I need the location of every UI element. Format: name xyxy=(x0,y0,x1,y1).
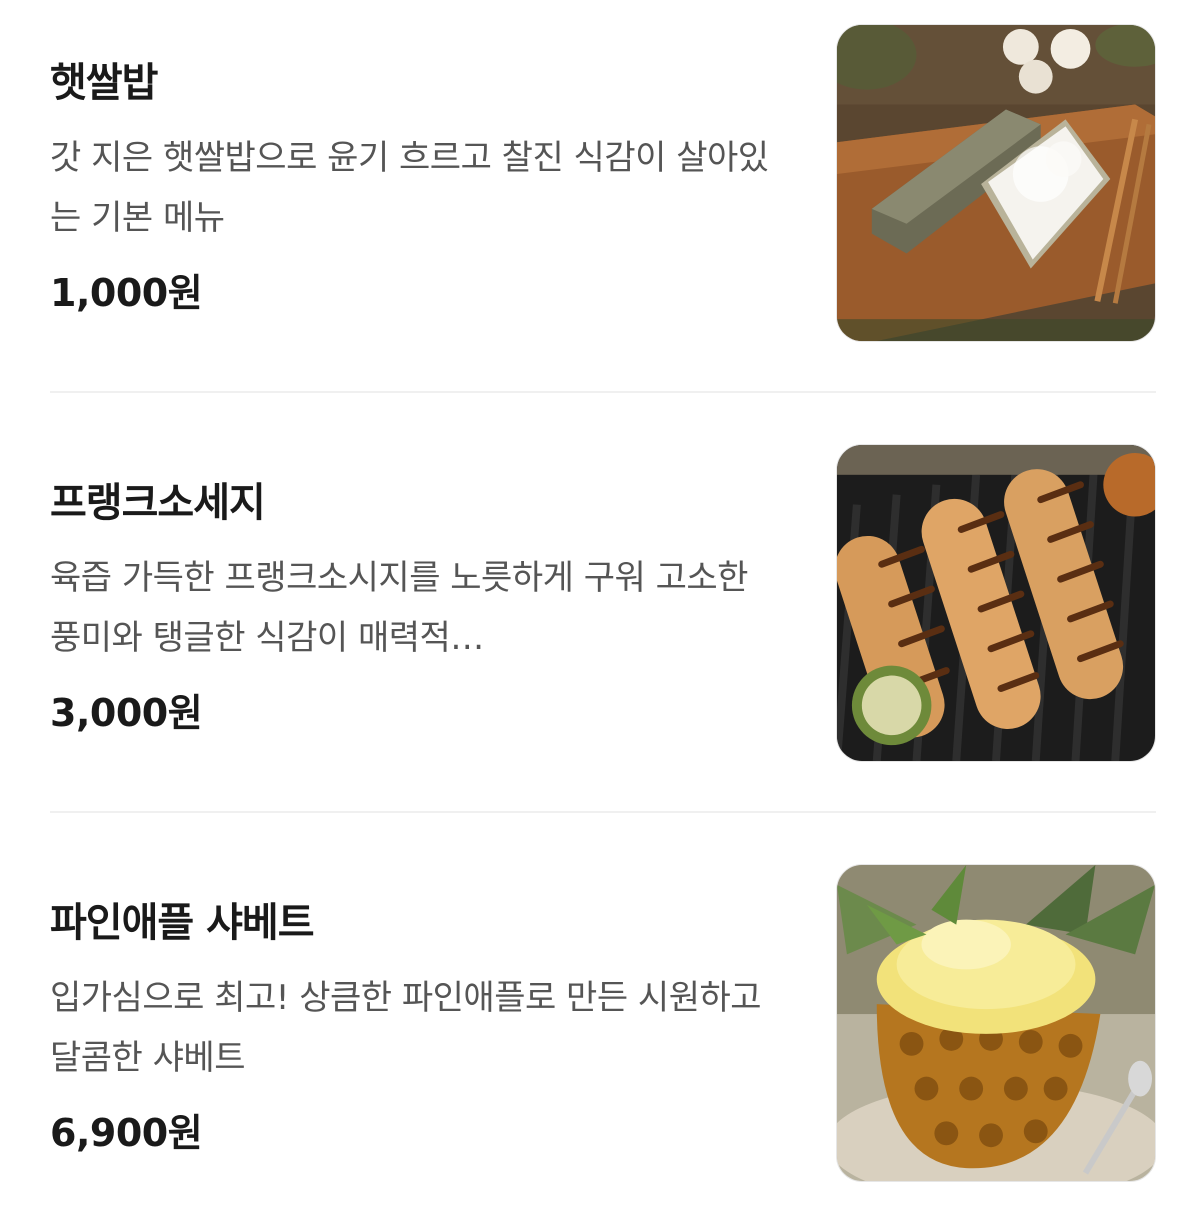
menu-item-sausage[interactable]: 프랭크소세지 육즙 가득한 프랭크소시지를 노릇하게 구워 고소한 풍미와 탱글… xyxy=(0,420,1200,762)
grilled-sausages-image xyxy=(837,445,1155,761)
menu-item-name: 햇쌀밥 xyxy=(50,60,158,106)
divider xyxy=(50,391,1156,393)
menu-item-name: 파인애플 샤베트 xyxy=(50,900,315,946)
menu-list: 햇쌀밥 갓 지은 햇쌀밥으로 윤기 흐르고 찰진 식감이 살아있는 기본 메뉴 … xyxy=(0,0,1200,1220)
menu-item-rice[interactable]: 햇쌀밥 갓 지은 햇쌀밥으로 윤기 흐르고 찰진 식감이 살아있는 기본 메뉴 … xyxy=(0,0,1200,342)
menu-item-description: 갓 지은 햇쌀밥으로 윤기 흐르고 찰진 식감이 살아있는 기본 메뉴 xyxy=(50,138,769,238)
rice-photo[interactable] xyxy=(836,24,1156,342)
pineapple-sherbet-image xyxy=(837,865,1155,1181)
rice-in-tin-box-image xyxy=(837,25,1155,341)
divider xyxy=(50,811,1156,813)
menu-item-price: 6,900원 xyxy=(50,1111,203,1155)
menu-item-price: 3,000원 xyxy=(50,691,203,735)
pineapple-sherbet-photo[interactable] xyxy=(836,864,1156,1182)
menu-item-description: 육즙 가득한 프랭크소시지를 노릇하게 구워 고소한 풍미와 탱글한 식감이 매… xyxy=(50,558,748,658)
menu-item-description: 입가심으로 최고! 상큼한 파인애플로 만든 시원하고 달콤한 샤베트 xyxy=(50,978,762,1078)
menu-item-price: 1,000원 xyxy=(50,271,203,315)
menu-item-name: 프랭크소세지 xyxy=(50,480,266,526)
menu-item-pineapple-sherbet[interactable]: 파인애플 샤베트 입가심으로 최고! 상큼한 파인애플로 만든 시원하고 달콤한… xyxy=(0,840,1200,1182)
sausage-photo[interactable] xyxy=(836,444,1156,762)
